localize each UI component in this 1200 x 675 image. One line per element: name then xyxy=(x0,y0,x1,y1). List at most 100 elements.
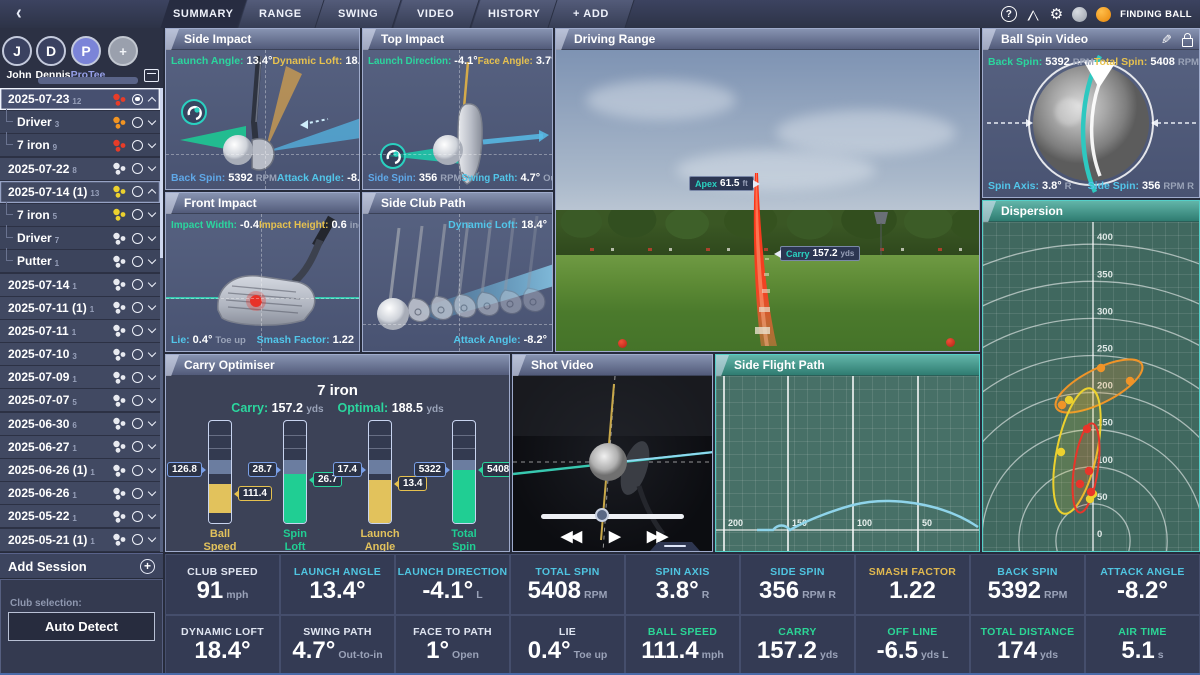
archive-icon[interactable] xyxy=(144,69,159,82)
chevron-down-icon[interactable] xyxy=(148,325,156,333)
session-count: 12 xyxy=(72,97,81,106)
session-row-2025-07-14[interactable]: 2025-07-141 xyxy=(0,274,160,296)
chevron-down-icon[interactable] xyxy=(148,534,156,542)
chevron-down-icon[interactable] xyxy=(148,116,156,124)
chevron-down-icon[interactable] xyxy=(148,279,156,287)
avatar-protee[interactable]: P xyxy=(71,36,101,66)
video-scrub-track[interactable] xyxy=(541,514,684,519)
session-radio[interactable] xyxy=(132,465,143,476)
session-row-7-iron[interactable]: 7 iron9 xyxy=(0,134,160,156)
chevron-down-icon[interactable] xyxy=(148,302,156,310)
balls-icon xyxy=(112,278,126,291)
chevron-down-icon[interactable] xyxy=(148,464,156,472)
session-scrollbar[interactable] xyxy=(160,88,163,552)
session-radio[interactable] xyxy=(132,117,143,128)
panel-pull-tab[interactable] xyxy=(650,542,700,551)
session-radio[interactable] xyxy=(132,372,143,383)
session-count: 1 xyxy=(90,468,94,477)
session-row-putter[interactable]: Putter1 xyxy=(0,250,160,272)
chevron-down-icon[interactable] xyxy=(148,209,156,217)
tab-summary[interactable]: SUMMARY xyxy=(160,0,246,28)
club-name: 7 iron xyxy=(166,382,509,399)
session-radio[interactable] xyxy=(132,395,143,406)
chevron-down-icon[interactable] xyxy=(148,232,156,240)
edit-icon[interactable]: ✎ xyxy=(1161,32,1172,48)
chevron-down-icon[interactable] xyxy=(148,487,156,495)
session-radio[interactable] xyxy=(132,140,143,151)
avatar-john[interactable]: J xyxy=(2,36,32,66)
tab-swing[interactable]: SWING xyxy=(316,0,402,28)
balls-icon xyxy=(112,371,126,384)
session-radio[interactable] xyxy=(132,94,143,105)
tab--add[interactable]: + ADD xyxy=(549,0,635,28)
session-row-2025-07-14-1-[interactable]: 2025-07-14 (1)13 xyxy=(0,181,160,203)
session-row-2025-07-11[interactable]: 2025-07-111 xyxy=(0,320,160,342)
session-radio[interactable] xyxy=(132,418,143,429)
session-radio[interactable] xyxy=(132,256,143,267)
chevron-down-icon[interactable] xyxy=(148,256,156,264)
chevron-down-icon[interactable] xyxy=(148,441,156,449)
session-label: Driver xyxy=(0,115,52,129)
avatar-dennis[interactable]: D xyxy=(36,36,66,66)
session-radio[interactable] xyxy=(132,186,143,197)
session-radio[interactable] xyxy=(132,163,143,174)
session-row-7-iron[interactable]: 7 iron5 xyxy=(0,204,160,226)
stat-attack-angle: ATTACK ANGLE-8.2° xyxy=(1085,554,1200,615)
balls-icon xyxy=(112,394,126,407)
gauge-name: BallSpeed xyxy=(185,528,255,551)
chevron-down-icon[interactable] xyxy=(148,395,156,403)
back-icon[interactable]: ‹ xyxy=(16,1,22,25)
gauge-optimal-tag: 28.7 xyxy=(248,462,277,477)
session-row-2025-07-11-1-[interactable]: 2025-07-11 (1)1 xyxy=(0,297,160,319)
session-radio[interactable] xyxy=(132,279,143,290)
help-icon[interactable]: ? xyxy=(1001,6,1017,22)
chevron-down-icon[interactable] xyxy=(148,372,156,380)
session-radio[interactable] xyxy=(132,534,143,545)
lock-icon[interactable] xyxy=(1182,38,1193,47)
rewind-button[interactable]: ◀◀ xyxy=(561,527,580,545)
session-row-2025-05-22[interactable]: 2025-05-221 xyxy=(0,505,160,527)
tab-history[interactable]: HISTORY xyxy=(471,0,557,28)
chevron-down-icon[interactable] xyxy=(148,348,156,356)
gear-icon[interactable]: ⚙ xyxy=(1050,7,1063,22)
session-radio[interactable] xyxy=(132,511,143,522)
tab-range[interactable]: RANGE xyxy=(238,0,324,28)
session-row-2025-06-30[interactable]: 2025-06-306 xyxy=(0,413,160,435)
session-count: 1 xyxy=(90,305,94,314)
session-row-2025-06-26[interactable]: 2025-06-261 xyxy=(0,482,160,504)
session-radio[interactable] xyxy=(132,349,143,360)
session-row-2025-07-23[interactable]: 2025-07-2312 xyxy=(0,88,160,110)
session-radio[interactable] xyxy=(132,441,143,452)
chevron-down-icon[interactable] xyxy=(148,511,156,519)
session-row-2025-06-26-1-[interactable]: 2025-06-26 (1)1 xyxy=(0,459,160,481)
session-label: 2025-07-23 xyxy=(0,92,69,106)
chevron-down-icon[interactable] xyxy=(148,418,156,426)
video-scrub-handle[interactable] xyxy=(595,508,609,522)
session-row-driver[interactable]: Driver3 xyxy=(0,111,160,133)
chevron-up-icon[interactable] xyxy=(148,96,156,104)
range-3d-view[interactable]: Apex 61.5 ft Carry 157.2 yds xyxy=(556,50,979,351)
session-row-driver[interactable]: Driver7 xyxy=(0,227,160,249)
session-row-2025-07-22[interactable]: 2025-07-228 xyxy=(0,158,160,180)
chevron-down-icon[interactable] xyxy=(148,163,156,171)
chevron-up-icon[interactable] xyxy=(148,189,156,197)
side-impact-title: Side Impact xyxy=(166,29,359,50)
add-player-button[interactable]: + xyxy=(108,36,138,66)
auto-detect-button[interactable]: Auto Detect xyxy=(8,612,155,641)
session-row-2025-07-09[interactable]: 2025-07-091 xyxy=(0,366,160,388)
session-radio[interactable] xyxy=(132,488,143,499)
player-scroll-slider[interactable] xyxy=(38,77,138,84)
session-row-2025-05-21-1-[interactable]: 2025-05-21 (1)1 xyxy=(0,529,160,551)
tab-video[interactable]: VIDEO xyxy=(393,0,479,28)
warning-icon[interactable]: ▲ xyxy=(1026,7,1041,22)
add-session-button[interactable]: + xyxy=(140,559,155,574)
play-button[interactable]: ▶ xyxy=(609,527,621,545)
session-radio[interactable] xyxy=(132,209,143,220)
session-row-2025-07-07[interactable]: 2025-07-075 xyxy=(0,389,160,411)
session-radio[interactable] xyxy=(132,325,143,336)
session-radio[interactable] xyxy=(132,233,143,244)
session-row-2025-07-10[interactable]: 2025-07-103 xyxy=(0,343,160,365)
session-row-2025-06-27[interactable]: 2025-06-271 xyxy=(0,436,160,458)
chevron-down-icon[interactable] xyxy=(148,140,156,148)
session-radio[interactable] xyxy=(132,302,143,313)
